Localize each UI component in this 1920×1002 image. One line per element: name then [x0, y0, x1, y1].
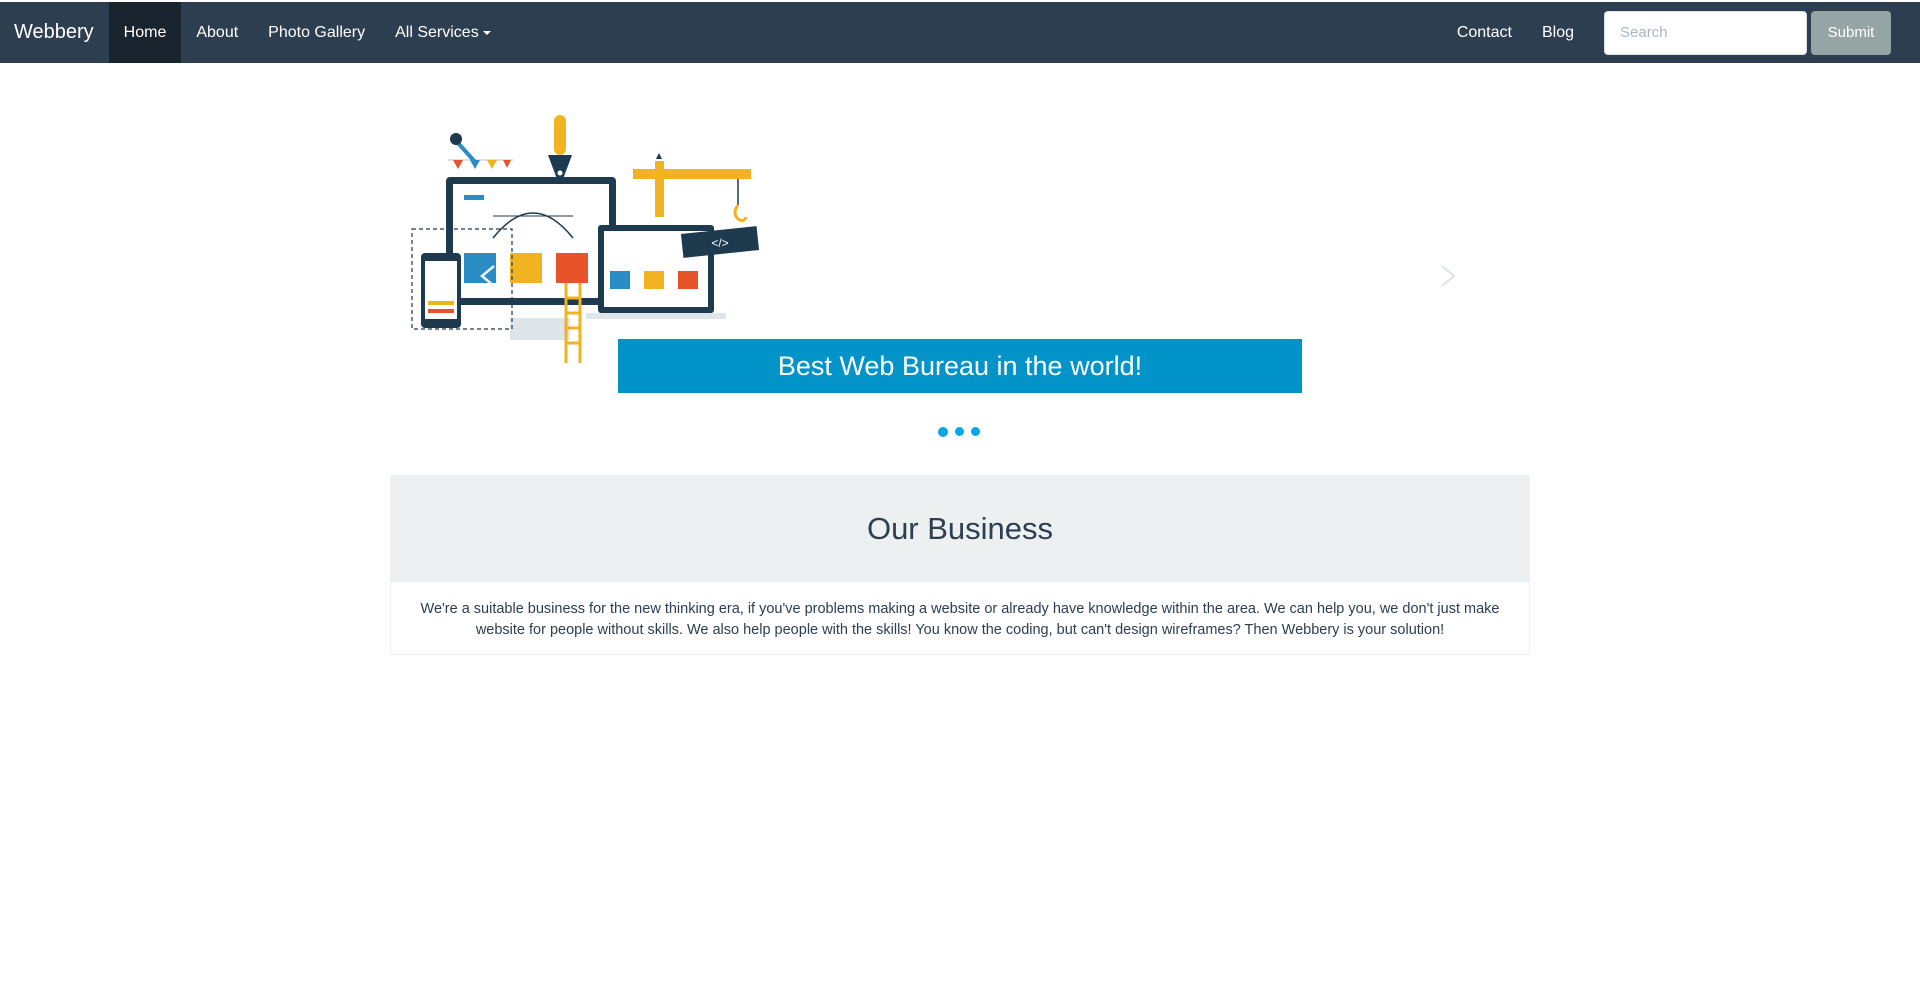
search-input[interactable] — [1604, 10, 1807, 55]
carousel-indicators — [938, 426, 980, 437]
chevron-right-icon[interactable] — [1430, 258, 1466, 294]
panel-heading: Our Business — [391, 476, 1529, 582]
pipette-icon — [450, 133, 478, 165]
carousel-indicator-2[interactable] — [955, 427, 964, 436]
top-navbar: Webbery Home About Photo Gallery All Ser… — [0, 2, 1920, 63]
carousel-caption: Best Web Bureau in the world! — [618, 339, 1302, 393]
pen-tool-icon — [548, 115, 572, 187]
nav-home[interactable]: Home — [108, 2, 182, 63]
carousel-indicator-3[interactable] — [971, 427, 980, 436]
nav-photo-gallery[interactable]: Photo Gallery — [253, 2, 380, 63]
nav-all-services-dropdown[interactable]: All Services — [380, 2, 506, 63]
brand-logo[interactable]: Webbery — [0, 2, 109, 63]
carousel-indicator-1[interactable] — [938, 426, 948, 437]
submit-button[interactable]: Submit — [1811, 10, 1891, 55]
section-title: Our Business — [866, 511, 1054, 546]
svg-text:</>: </> — [711, 236, 728, 250]
caret-down-icon — [482, 30, 491, 35]
crane-ruler-icon — [633, 153, 751, 223]
nav-contact[interactable]: Contact — [1442, 2, 1527, 63]
nav-about[interactable]: About — [181, 2, 253, 63]
section-body: We're a suitable business for the new th… — [420, 601, 1500, 638]
hero-carousel: </> Best Web Bureau in the world! — [390, 63, 1530, 445]
our-business-panel: Our Business We're a suitable business f… — [390, 475, 1530, 655]
chevron-left-icon[interactable] — [470, 258, 506, 294]
nav-blog[interactable]: Blog — [1527, 2, 1589, 63]
nav-all-services-label: All Services — [395, 23, 479, 41]
bunting-icon — [448, 159, 513, 169]
